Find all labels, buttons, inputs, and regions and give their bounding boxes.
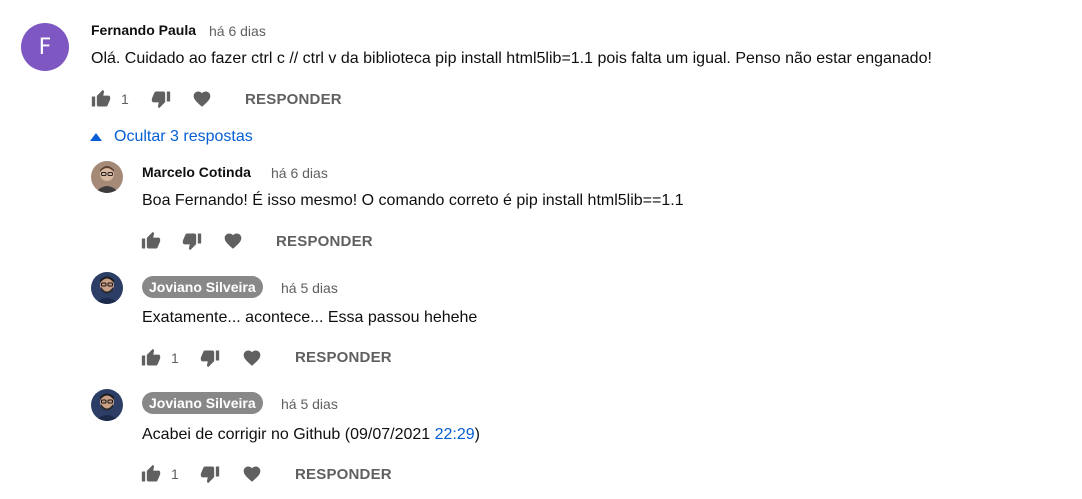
- reply-author-badge[interactable]: Joviano Silveira: [142, 276, 263, 298]
- reply-author-badge[interactable]: Joviano Silveira: [142, 392, 263, 414]
- comment-text: Olá. Cuidado ao fazer ctrl c // ctrl v d…: [91, 50, 932, 67]
- avatar-letter: F: [38, 34, 52, 60]
- like-count: 1: [171, 466, 179, 482]
- timestamp-link[interactable]: 22:29: [435, 426, 475, 443]
- dislike-icon[interactable]: [181, 230, 203, 252]
- avatar[interactable]: F: [21, 23, 69, 71]
- reply-time[interactable]: há 5 dias: [281, 280, 338, 296]
- like-icon[interactable]: [90, 88, 112, 110]
- like-icon[interactable]: [140, 230, 162, 252]
- heart-icon[interactable]: [191, 88, 213, 110]
- reply-text-main: Acabei de corrigir no Github (09/07/2021: [142, 426, 435, 443]
- user-avatar-icon: [91, 272, 123, 304]
- avatar[interactable]: [91, 272, 123, 304]
- user-avatar-icon: [91, 389, 123, 421]
- reply-text: Exatamente... acontece... Essa passou he…: [142, 309, 478, 326]
- avatar[interactable]: [91, 389, 123, 421]
- dislike-icon[interactable]: [199, 463, 221, 485]
- comment-author[interactable]: Fernando Paula: [91, 22, 196, 38]
- reply-text-suffix: ): [474, 426, 480, 443]
- user-avatar-icon: [91, 161, 123, 193]
- comment-thread: F Fernando Paula há 6 dias Olá. Cuidado …: [0, 0, 1082, 499]
- caret-up-icon: [90, 133, 102, 141]
- dislike-icon[interactable]: [150, 88, 172, 110]
- reply-button[interactable]: RESPONDER: [295, 466, 392, 483]
- hide-replies-button[interactable]: Ocultar 3 respostas: [90, 128, 253, 146]
- reply-author[interactable]: Marcelo Cotinda: [142, 164, 251, 180]
- like-icon[interactable]: [140, 347, 162, 369]
- reply-text: Boa Fernando! É isso mesmo! O comando co…: [142, 192, 684, 209]
- like-icon[interactable]: [140, 463, 162, 485]
- reply-button[interactable]: RESPONDER: [245, 91, 342, 108]
- like-count: 1: [171, 350, 179, 366]
- comment-time[interactable]: há 6 dias: [209, 23, 266, 39]
- hide-replies-label: Ocultar 3 respostas: [114, 128, 253, 145]
- reply-button[interactable]: RESPONDER: [295, 349, 392, 366]
- dislike-icon[interactable]: [199, 347, 221, 369]
- reply-time[interactable]: há 5 dias: [281, 396, 338, 412]
- avatar[interactable]: [91, 161, 123, 193]
- heart-icon[interactable]: [222, 230, 244, 252]
- heart-icon[interactable]: [241, 347, 263, 369]
- reply-button[interactable]: RESPONDER: [276, 233, 373, 250]
- reply-time[interactable]: há 6 dias: [271, 165, 328, 181]
- reply-text: Acabei de corrigir no Github (09/07/2021…: [142, 426, 480, 444]
- like-count: 1: [121, 91, 129, 107]
- heart-icon[interactable]: [241, 463, 263, 485]
